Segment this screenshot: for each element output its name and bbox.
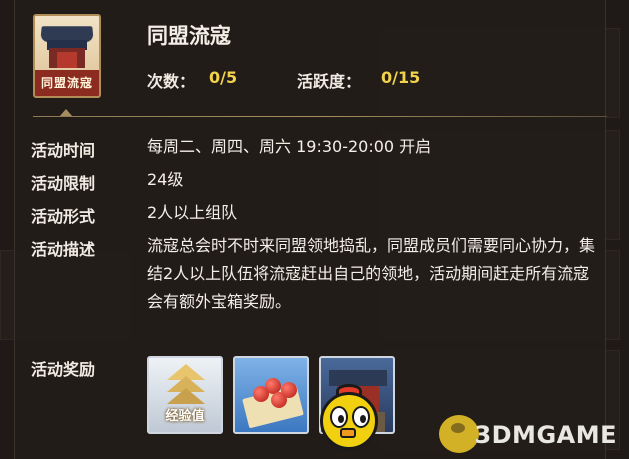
wall-shape: [57, 52, 77, 68]
activity-tooltip: 同盟流寇 同盟流寇 次数： 0/5 活跃度： 0/15 活动时间 每周二、周四、…: [14, 0, 607, 459]
detail-key: 活动限制: [31, 174, 96, 193]
experience-icon: [167, 388, 205, 404]
reward-name: 经验值: [165, 409, 205, 424]
activity-icon-label: 同盟流寇: [35, 70, 99, 96]
chicken-mascot-icon: [314, 384, 382, 454]
detail-key: 活动描述: [31, 240, 96, 259]
detail-value: 每周二、周四、周六 19:30-20:00 开启: [147, 137, 432, 156]
activity-title: 同盟流寇: [147, 24, 231, 48]
activity-icon: 同盟流寇: [33, 14, 101, 98]
activity-points-value: 0/15: [381, 68, 421, 87]
mascot-beak: [340, 428, 356, 438]
detail-value: 2人以上组队: [147, 203, 238, 222]
mascot-eye: [352, 406, 370, 428]
watermark-logo-icon: [439, 415, 479, 453]
tooltip-header: 同盟流寇 同盟流寇 次数： 0/5 活跃度： 0/15: [15, 0, 607, 118]
mascot-eye: [330, 406, 348, 428]
mascot-pupil: [360, 415, 366, 423]
reward-red-balls[interactable]: [233, 356, 309, 434]
header-divider: [33, 116, 607, 117]
red-ball-icon: [281, 382, 297, 398]
detail-value: 24级: [147, 170, 184, 189]
detail-key: 活动形式: [31, 207, 96, 226]
detail-key: 活动时间: [31, 141, 96, 160]
watermark-text: 3DMGAME: [474, 421, 617, 449]
mascot-pupil: [338, 415, 344, 423]
reward-experience[interactable]: 经验值: [147, 356, 223, 434]
activity-points-label: 活跃度：: [297, 72, 362, 91]
count-value: 0/5: [209, 68, 238, 87]
count-label: 次数：: [147, 72, 196, 91]
detail-value: 流寇总会时不时来同盟领地捣乱，同盟成员们需要同心协力，集结2人以上队伍将流寇赶出…: [147, 236, 596, 311]
red-ball-icon: [253, 386, 269, 402]
rewards-label: 活动奖励: [31, 360, 96, 379]
